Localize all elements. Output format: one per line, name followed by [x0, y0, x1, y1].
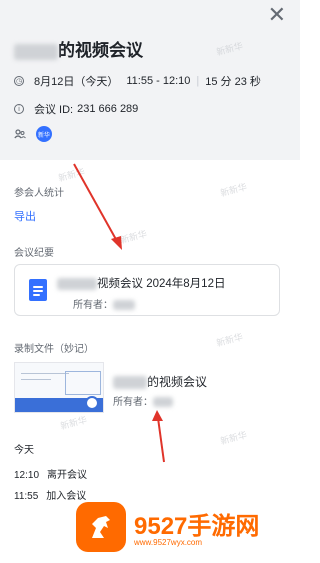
brand-url: www.9527wyx.com: [134, 538, 203, 547]
annotation-arrow: [73, 163, 119, 244]
annotation-arrows: [73, 163, 165, 463]
site-brand: 9527手游网 www.9527wyx.com: [76, 502, 286, 554]
arrowhead-icon: [152, 410, 163, 421]
brand-name: 9527手游网: [134, 513, 260, 540]
horse-logo-icon: [76, 502, 126, 552]
arrowhead-icon: [111, 236, 122, 250]
annotation-arrow: [157, 417, 165, 463]
